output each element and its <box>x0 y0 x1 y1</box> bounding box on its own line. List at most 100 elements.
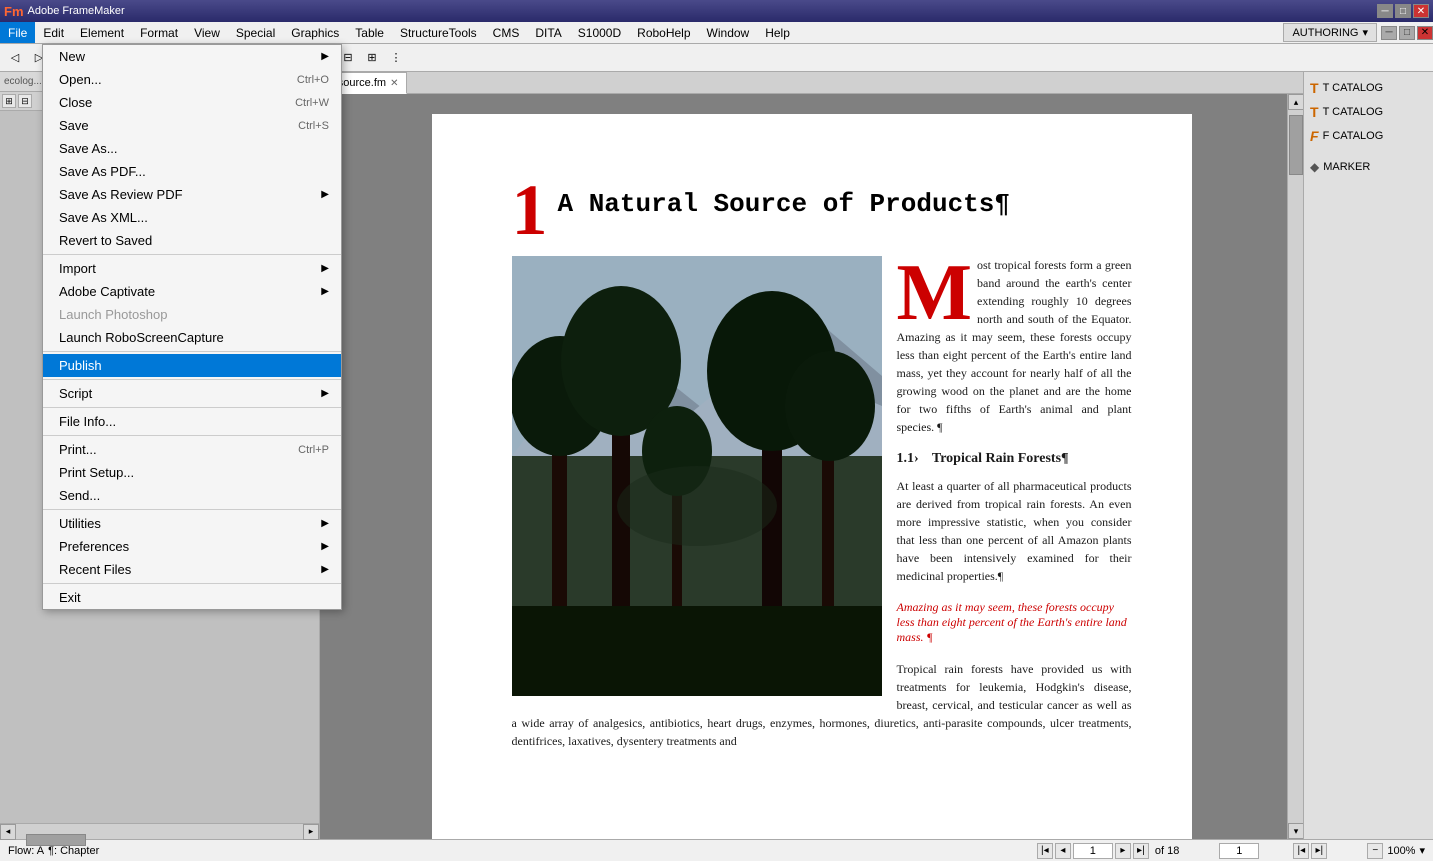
toolbar-back[interactable]: ◁ <box>4 47 26 69</box>
marker-label: MARKER <box>1323 161 1370 173</box>
authoring-label: AUTHORING <box>1292 27 1358 39</box>
menu-item-utilities[interactable]: Utilities ▶ <box>43 512 341 535</box>
menu-edit[interactable]: Edit <box>35 22 72 43</box>
menu-item-save-xml-label: Save As XML... <box>59 210 148 225</box>
vert-scrollbar[interactable]: ▴ ▾ <box>1287 94 1303 839</box>
menu-item-save-review[interactable]: Save As Review PDF ▶ <box>43 183 341 206</box>
menu-dita[interactable]: DITA <box>527 22 569 43</box>
panel-btn-1[interactable]: ⊞ <box>2 94 16 108</box>
window-minimize[interactable]: ─ <box>1381 26 1397 40</box>
minimize-button[interactable]: ─ <box>1377 4 1393 18</box>
maximize-button[interactable]: □ <box>1395 4 1411 18</box>
authoring-badge[interactable]: AUTHORING ▾ <box>1283 23 1377 42</box>
catalog-item-t2[interactable]: T T CATALOG <box>1304 100 1433 124</box>
page-next-btn[interactable]: ▸ <box>1115 843 1131 859</box>
menu-item-revert[interactable]: Revert to Saved <box>43 229 341 252</box>
page-first-btn[interactable]: |◂ <box>1037 843 1053 859</box>
window-restore[interactable]: □ <box>1399 26 1415 40</box>
scroll-track-v <box>1288 110 1303 823</box>
menu-item-print[interactable]: Print... Ctrl+P <box>43 438 341 461</box>
menu-item-file-info[interactable]: File Info... <box>43 410 341 433</box>
menu-item-save-xml[interactable]: Save As XML... <box>43 206 341 229</box>
page-prev-btn[interactable]: ◂ <box>1055 843 1071 859</box>
menu-element[interactable]: Element <box>72 22 132 43</box>
menu-table[interactable]: Table <box>347 22 392 43</box>
menu-special[interactable]: Special <box>228 22 283 43</box>
menu-item-launch-photoshop: Launch Photoshop <box>43 303 341 326</box>
page-input-field-2[interactable] <box>1219 843 1259 859</box>
menu-item-send[interactable]: Send... <box>43 484 341 507</box>
menu-file[interactable]: File <box>0 22 35 43</box>
menu-item-close[interactable]: Close Ctrl+W <box>43 91 341 114</box>
menu-item-import[interactable]: Import ▶ <box>43 257 341 280</box>
menu-item-script[interactable]: Script ▶ <box>43 382 341 405</box>
scroll-left-btn[interactable]: ◂ <box>0 824 16 840</box>
menu-format[interactable]: Format <box>132 22 186 43</box>
toolbar-extra[interactable]: ⋮ <box>385 47 407 69</box>
page-nav: |◂ ◂ ▸ ▸| of 18 <box>1037 843 1179 859</box>
menu-item-save-as-pdf[interactable]: Save As PDF... <box>43 160 341 183</box>
menu-item-save-as-label: Save As... <box>59 141 118 156</box>
menu-item-robo-label: Launch RoboScreenCapture <box>59 330 224 345</box>
catalog-item-f[interactable]: F F CATALOG <box>1304 124 1433 148</box>
catalog-item-t1[interactable]: T T CATALOG <box>1304 76 1433 100</box>
left-panel-label: ecolog... <box>4 76 42 87</box>
menu-item-open-shortcut: Ctrl+O <box>297 74 329 86</box>
menu-sep-1 <box>43 254 341 255</box>
scroll-thumb-v[interactable] <box>1289 115 1303 175</box>
scroll-right-btn[interactable]: ▸ <box>303 824 319 840</box>
menu-graphics[interactable]: Graphics <box>283 22 347 43</box>
menu-item-save[interactable]: Save Ctrl+S <box>43 114 341 137</box>
menu-s1000d[interactable]: S1000D <box>570 22 629 43</box>
forest-svg <box>512 256 882 696</box>
flow-label: Flow: A <box>8 845 44 857</box>
menu-item-print-setup[interactable]: Print Setup... <box>43 461 341 484</box>
title-bar-controls[interactable]: ─ □ ✕ <box>1377 4 1429 18</box>
menu-item-print-shortcut: Ctrl+P <box>298 444 329 456</box>
menu-help[interactable]: Help <box>757 22 798 43</box>
panel-btn-2[interactable]: ⊟ <box>18 94 32 108</box>
menu-sep-6 <box>43 509 341 510</box>
close-button[interactable]: ✕ <box>1413 4 1429 18</box>
doc-tab-close[interactable]: ✕ <box>390 78 398 89</box>
menu-item-recent-files[interactable]: Recent Files ▶ <box>43 558 341 581</box>
menu-item-save-as[interactable]: Save As... <box>43 137 341 160</box>
menu-item-import-label: Import <box>59 261 96 276</box>
page-number-input[interactable] <box>1073 843 1113 859</box>
menu-item-preferences[interactable]: Preferences ▶ <box>43 535 341 558</box>
page-next-2-btn[interactable]: ▸| <box>1311 843 1327 859</box>
menu-item-print-label: Print... <box>59 442 97 457</box>
page-last-btn[interactable]: ▸| <box>1133 843 1149 859</box>
menu-item-launch-robo[interactable]: Launch RoboScreenCapture <box>43 326 341 349</box>
menu-structuretools[interactable]: StructureTools <box>392 22 485 43</box>
page-nav-2: |◂ ▸| <box>1293 843 1327 859</box>
menu-sep-7 <box>43 583 341 584</box>
menu-window[interactable]: Window <box>699 22 758 43</box>
menu-item-open[interactable]: Open... Ctrl+O <box>43 68 341 91</box>
menu-item-close-shortcut: Ctrl+W <box>295 97 329 109</box>
menu-item-exit[interactable]: Exit <box>43 586 341 609</box>
scroll-up-btn[interactable]: ▴ <box>1288 94 1303 110</box>
catalog-item-marker[interactable]: ◆ MARKER <box>1304 156 1433 178</box>
menu-view[interactable]: View <box>186 22 228 43</box>
zoom-minus-btn[interactable]: − <box>1367 843 1383 859</box>
scroll-down-btn[interactable]: ▾ <box>1288 823 1303 839</box>
zoom-level: 100% <box>1387 845 1415 857</box>
toolbar-cols[interactable]: ⊞ <box>361 47 383 69</box>
menu-item-send-label: Send... <box>59 488 100 503</box>
menu-cms[interactable]: CMS <box>485 22 528 43</box>
menu-item-adobe-captivate[interactable]: Adobe Captivate ▶ <box>43 280 341 303</box>
menu-sep-3 <box>43 379 341 380</box>
window-close[interactable]: ✕ <box>1417 26 1433 40</box>
horiz-scrollbar[interactable]: ◂ ▸ <box>0 823 319 839</box>
menu-item-save-label: Save <box>59 118 89 133</box>
scroll-thumb-h[interactable] <box>26 834 86 846</box>
page-prev-2-btn[interactable]: |◂ <box>1293 843 1309 859</box>
document-area: resource.fm ✕ 1 A Natural Source of Prod… <box>320 72 1303 839</box>
menu-item-new[interactable]: New ▶ <box>43 45 341 68</box>
menu-robohelp[interactable]: RoboHelp <box>629 22 698 43</box>
menu-item-publish[interactable]: Publish <box>43 354 341 377</box>
marker-icon: ◆ <box>1310 160 1319 174</box>
t-catalog-2-icon: T <box>1310 104 1319 120</box>
flow-status: Flow: A ¶: Chapter <box>8 845 99 857</box>
